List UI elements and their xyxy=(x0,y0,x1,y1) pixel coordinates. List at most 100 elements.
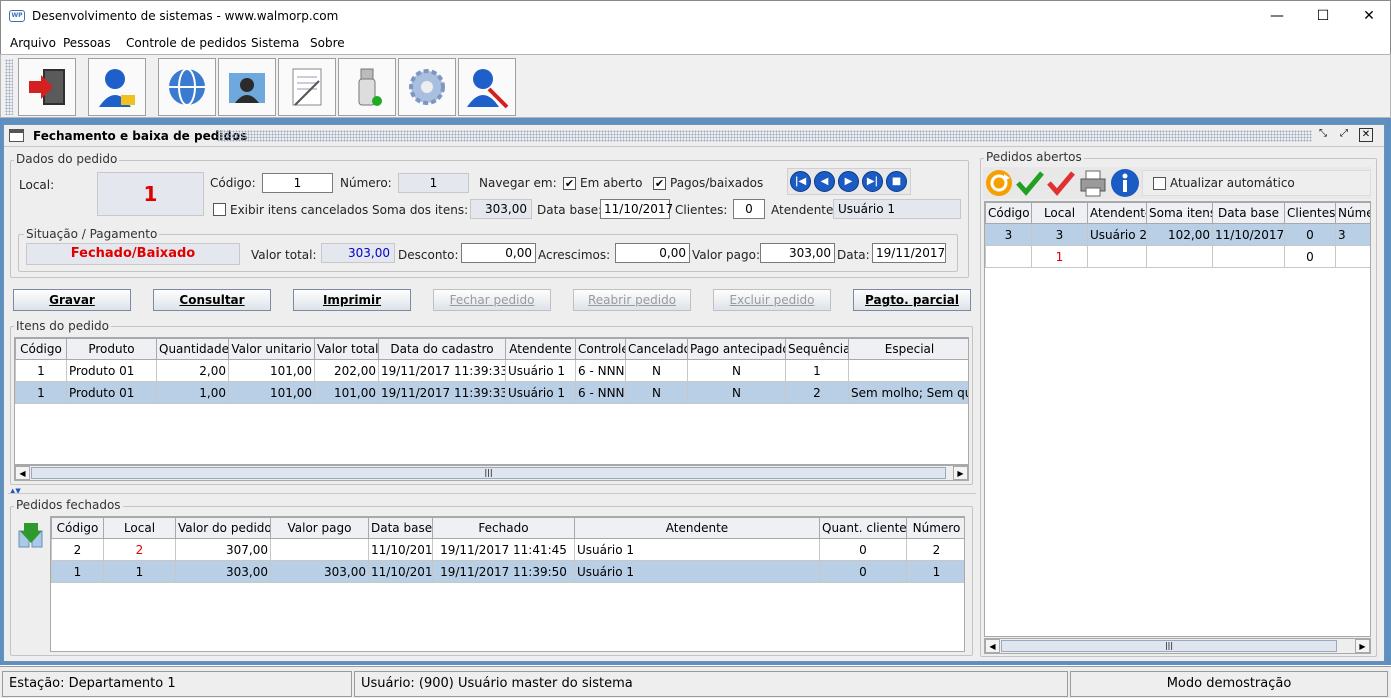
data-field[interactable]: 19/11/2017 xyxy=(872,243,946,263)
nav-first-icon[interactable]: |◀ xyxy=(790,171,811,192)
column-header[interactable]: Valor pago xyxy=(270,517,369,539)
pagos-checkbox[interactable]: ✔ xyxy=(653,177,666,190)
itens-scroll-thumb[interactable]: ||| xyxy=(31,467,946,479)
column-header[interactable]: Soma itens xyxy=(1146,202,1213,224)
clientes-field[interactable]: 0 xyxy=(733,199,765,219)
refresh-icon[interactable] xyxy=(984,168,1014,201)
user-tools-icon[interactable] xyxy=(458,58,516,116)
status-usuario: Usuário: (900) Usuário master do sistema xyxy=(354,671,1068,697)
column-header[interactable]: Código xyxy=(51,517,104,539)
abertos-hscrollbar[interactable]: ◀ ||| ▶ xyxy=(984,638,1371,654)
column-header[interactable]: Fechado xyxy=(432,517,575,539)
table-row[interactable]: 1 Produto 01 1,00 101,00 101,00 19/11/2017 11… xyxy=(15,381,968,404)
exibir-cancelados-checkbox[interactable] xyxy=(213,203,226,216)
em-aberto-label: Em aberto xyxy=(580,176,643,190)
pagto-parcial-button[interactable]: Pagto. parcial xyxy=(853,289,971,311)
scroll-right-icon[interactable]: ▶ xyxy=(1355,639,1370,653)
menu-arquivo[interactable]: Arquivo xyxy=(10,36,56,50)
column-header[interactable]: Quant. clientes xyxy=(819,517,907,539)
reabrir-pedido-button[interactable]: Reabrir pedido xyxy=(573,289,691,311)
table-cell: Produto 01 xyxy=(66,381,157,404)
check-green-icon[interactable] xyxy=(1015,168,1045,201)
column-header[interactable]: Quantidade xyxy=(156,338,229,360)
menu-pessoas[interactable]: Pessoas xyxy=(63,36,111,50)
menu-sobre[interactable]: Sobre xyxy=(310,36,345,50)
imprimir-button[interactable]: Imprimir xyxy=(293,289,411,311)
contact-card-icon[interactable] xyxy=(218,58,276,116)
column-header[interactable]: Local xyxy=(103,517,176,539)
settings-gear-icon[interactable] xyxy=(398,58,456,116)
column-header[interactable]: Clientes xyxy=(1284,202,1336,224)
table-row[interactable]: 1 Produto 01 2,00 101,00 202,00 19/11/2017 11… xyxy=(15,359,968,382)
notepad-icon[interactable] xyxy=(278,58,336,116)
menu-controle-pedidos[interactable]: Controle de pedidos xyxy=(126,36,247,50)
codigo-field[interactable]: 1 xyxy=(262,173,333,193)
desconto-field[interactable]: 0,00 xyxy=(461,243,536,263)
column-header[interactable]: Valor unitario xyxy=(228,338,315,360)
frame-iconify-icon[interactable]: ⤡ xyxy=(1316,128,1330,142)
maximize-icon[interactable]: ☐ xyxy=(1300,1,1346,31)
excluir-pedido-button[interactable]: Excluir pedido xyxy=(713,289,831,311)
scroll-right-icon[interactable]: ▶ xyxy=(953,466,968,480)
printer-icon[interactable] xyxy=(1078,168,1108,201)
atualizar-checkbox[interactable] xyxy=(1153,177,1166,190)
soma-value: 303,00 xyxy=(470,199,532,219)
fechar-pedido-button[interactable]: Fechar pedido xyxy=(433,289,551,311)
table-cell: 6 - NNN xyxy=(575,381,626,404)
column-header[interactable]: Produto xyxy=(66,338,157,360)
local-value: 1 xyxy=(97,172,204,216)
acrescimos-field[interactable]: 0,00 xyxy=(615,243,690,263)
em-aberto-checkbox[interactable]: ✔ xyxy=(563,177,576,190)
check-red-icon[interactable] xyxy=(1046,168,1076,201)
column-header[interactable]: Especial xyxy=(848,338,968,360)
column-header[interactable]: Valor do pedido xyxy=(175,517,271,539)
column-header[interactable]: Código xyxy=(15,338,67,360)
column-header[interactable]: Valor total xyxy=(314,338,379,360)
scroll-left-icon[interactable]: ◀ xyxy=(985,639,1000,653)
column-header[interactable]: Data base xyxy=(368,517,433,539)
user-icon[interactable] xyxy=(88,58,146,116)
download-arrow-icon[interactable] xyxy=(16,521,46,549)
column-header[interactable]: Código xyxy=(985,202,1032,224)
table-row[interactable]: 3 3 Usuário 2 102,00 11/10/2017 0 3 xyxy=(985,223,1370,246)
frame-close-icon[interactable]: ✕ xyxy=(1359,128,1373,142)
column-header[interactable]: Controle xyxy=(575,338,626,360)
info-icon[interactable] xyxy=(1110,168,1140,201)
table-row[interactable]: 11303,00303,0011/10/201719/11/2017 11:39… xyxy=(51,560,964,583)
column-header[interactable]: Número xyxy=(906,517,964,539)
column-header[interactable]: Data base xyxy=(1212,202,1285,224)
column-header[interactable]: Atendente xyxy=(505,338,576,360)
consultar-button[interactable]: Consultar xyxy=(153,289,271,311)
table-row[interactable]: 10 xyxy=(985,245,1370,268)
data-base-field[interactable]: 11/10/2017 xyxy=(600,199,673,219)
column-header[interactable]: Núme xyxy=(1335,202,1370,224)
table-cell: 1,00 xyxy=(156,381,229,404)
table-row[interactable]: 22307,0011/10/201719/11/2017 11:41:45Usu… xyxy=(51,538,964,561)
nav-next-icon[interactable]: ▶ xyxy=(838,171,859,192)
menu-sistema[interactable]: Sistema xyxy=(251,36,299,50)
column-header[interactable]: Cancelado xyxy=(625,338,688,360)
frame-maximize-icon[interactable]: ⤢ xyxy=(1337,128,1351,142)
usb-drive-icon[interactable] xyxy=(338,58,396,116)
column-header[interactable]: Sequência xyxy=(785,338,849,360)
split-divider[interactable] xyxy=(8,493,976,494)
nav-prev-icon[interactable]: ◀ xyxy=(814,171,835,192)
column-header[interactable]: Atendente xyxy=(1087,202,1147,224)
nav-last-icon[interactable]: ▶| xyxy=(862,171,883,192)
close-icon[interactable]: ✕ xyxy=(1346,1,1391,31)
valor-pago-field[interactable]: 303,00 xyxy=(760,243,835,263)
exit-icon[interactable] xyxy=(18,58,76,116)
minimize-icon[interactable]: — xyxy=(1254,1,1300,31)
gravar-button[interactable]: Gravar xyxy=(13,289,131,311)
column-header[interactable]: Atendente xyxy=(574,517,820,539)
scroll-left-icon[interactable]: ◀ xyxy=(15,466,30,480)
abertos-scroll-thumb[interactable]: ||| xyxy=(1001,640,1337,652)
status-estacao: Estação: Departamento 1 xyxy=(2,671,352,697)
nav-stop-icon[interactable]: ■ xyxy=(886,171,907,192)
globe-icon[interactable] xyxy=(158,58,216,116)
itens-hscrollbar[interactable]: ◀ ||| ▶ xyxy=(14,465,969,481)
column-header[interactable]: Local xyxy=(1031,202,1088,224)
column-header[interactable]: Pago antecipado xyxy=(687,338,786,360)
column-header[interactable]: Data do cadastro xyxy=(378,338,506,360)
table-cell: 19/11/2017 11:39:50 xyxy=(432,560,575,583)
